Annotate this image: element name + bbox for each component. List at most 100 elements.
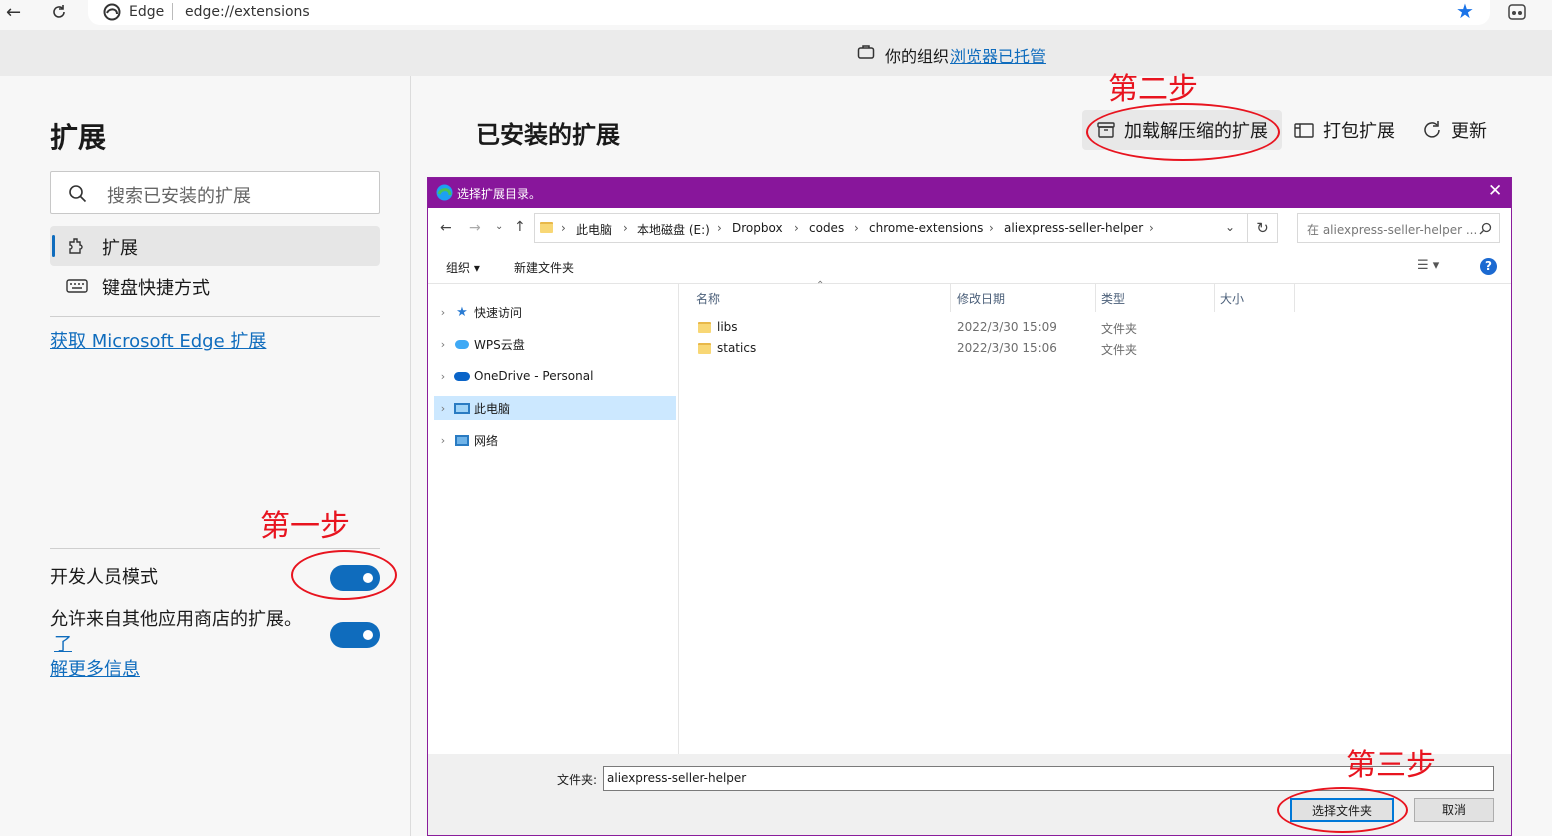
file-row[interactable]: statics 2022/3/30 15:06 文件夹	[679, 338, 1511, 359]
update-label: 更新	[1451, 121, 1487, 142]
column-header-date[interactable]: 修改日期	[957, 290, 1005, 307]
url-text: edge://extensions	[185, 4, 310, 20]
sidebar: 扩展 搜索已安装的扩展 扩展 键盘快捷方式 获取 Microsoft Edge …	[0, 76, 411, 836]
tree-item-label: 快速访问	[474, 305, 523, 320]
step3-circle	[1277, 787, 1408, 833]
back-icon[interactable]: ←	[6, 2, 21, 23]
column-divider[interactable]	[1095, 284, 1096, 312]
sidebar-item-extensions[interactable]: 扩展	[50, 226, 380, 266]
column-header-size[interactable]: 大小	[1220, 290, 1244, 307]
tree-item-onedrive[interactable]: › OneDrive - Personal	[434, 364, 676, 388]
step2-annotation: 第二步	[1108, 72, 1198, 107]
column-divider[interactable]	[1214, 284, 1215, 312]
refresh-icon[interactable]: ↻	[1248, 213, 1278, 243]
managed-link[interactable]: 浏览器已托管	[950, 43, 1046, 67]
close-icon[interactable]: ✕	[1488, 181, 1502, 201]
cancel-button[interactable]: 取消	[1414, 798, 1494, 822]
tree-item-quick-access[interactable]: › ★ 快速访问	[434, 300, 676, 324]
other-stores-toggle[interactable]	[330, 622, 380, 648]
managed-banner: 你的组织 浏览器已托管	[0, 30, 1552, 76]
dev-mode-label: 开发人员模式	[50, 567, 158, 588]
cloud-icon	[452, 337, 472, 351]
breadcrumb-item[interactable]: chrome-extensions	[869, 221, 983, 235]
tree-item-label: 网络	[474, 433, 499, 448]
managed-text: 你的组织	[885, 47, 950, 66]
breadcrumb-item[interactable]: 本地磁盘 (E:)	[637, 221, 710, 238]
expand-chevron-icon[interactable]: ›	[434, 370, 452, 383]
breadcrumb-sep: ›	[623, 221, 628, 235]
package-icon	[1294, 123, 1314, 138]
dialog-search-input[interactable]: 在 aliexpress-seller-helper ...	[1297, 213, 1500, 243]
sidebar-item-label: 扩展	[102, 238, 138, 259]
path-dropdown-icon[interactable]: ⌄	[1225, 220, 1235, 234]
divider	[50, 548, 380, 549]
learn-more-link-part2[interactable]: 解更多信息	[50, 659, 140, 680]
step3-annotation: 第三步	[1346, 748, 1436, 783]
profile-icon[interactable]	[1508, 4, 1526, 20]
tree-item-network[interactable]: › 网络	[434, 428, 676, 452]
other-stores-label: 允许来自其他应用商店的扩展。	[50, 609, 302, 630]
dialog-title: 选择扩展目录。	[457, 187, 542, 201]
breadcrumb-item[interactable]: Dropbox	[732, 221, 783, 235]
sidebar-item-shortcuts[interactable]: 键盘快捷方式	[50, 266, 380, 306]
update-button[interactable]: 更新	[1421, 110, 1487, 150]
step2-circle	[1086, 103, 1280, 161]
edge-logo-icon	[436, 184, 453, 201]
file-date: 2022/3/30 15:06	[957, 341, 1057, 355]
other-stores-text: 允许来自其他应用商店的扩展。了 解更多信息	[50, 607, 320, 682]
forward-icon[interactable]: →	[469, 220, 481, 236]
help-icon[interactable]: ?	[1480, 258, 1497, 275]
back-icon[interactable]: ←	[440, 220, 452, 236]
tree-item-label: 此电脑	[474, 401, 511, 416]
breadcrumb-sep: ›	[1149, 221, 1154, 235]
step1-annotation: 第一步	[260, 509, 350, 544]
search-icon	[69, 185, 87, 203]
view-options-icon[interactable]: ☰ ▾	[1417, 258, 1439, 273]
file-type: 文件夹	[1101, 322, 1138, 336]
sidebar-item-label: 键盘快捷方式	[102, 278, 210, 299]
expand-chevron-icon[interactable]: ›	[434, 402, 452, 415]
favorite-star-icon[interactable]: ★	[1456, 0, 1474, 23]
dialog-address-row: ← → ⌄ ↑ › 此电脑 › 本地磁盘 (E:) › Dropbox › co…	[428, 208, 1511, 250]
store-link[interactable]: 获取 Microsoft Edge 扩展	[50, 327, 266, 353]
file-list: ⌃ 名称 修改日期 类型 大小 libs 2022/3/30 15:09 文件夹…	[679, 280, 1511, 754]
expand-chevron-icon[interactable]: ›	[434, 434, 452, 447]
navigation-tree: › ★ 快速访问 › WPS云盘 › OneDrive - Personal ›…	[428, 284, 678, 754]
dialog-titlebar: 选择扩展目录。 ✕	[428, 178, 1511, 208]
organize-menu[interactable]: 组织 ▾	[446, 259, 480, 276]
column-header-name[interactable]: 名称	[696, 290, 720, 307]
edge-logo-icon	[103, 3, 121, 21]
step1-circle	[291, 550, 397, 600]
selected-indicator	[52, 235, 55, 257]
column-divider[interactable]	[950, 284, 951, 312]
breadcrumb-item[interactable]: codes	[809, 221, 844, 235]
tree-item-wps-cloud[interactable]: › WPS云盘	[434, 332, 676, 356]
breadcrumb-item[interactable]: aliexpress-seller-helper	[1004, 221, 1143, 235]
folder-picker-dialog: 选择扩展目录。 ✕ ← → ⌄ ↑ › 此电脑 › 本地磁盘 (E:) › Dr…	[427, 177, 1512, 836]
tree-item-label: OneDrive - Personal	[474, 369, 594, 383]
recent-dropdown-icon[interactable]: ⌄	[495, 221, 503, 232]
refresh-icon[interactable]	[50, 3, 68, 21]
learn-more-link-part1[interactable]: 了	[54, 634, 72, 655]
expand-chevron-icon[interactable]: ›	[434, 306, 452, 319]
file-date: 2022/3/30 15:09	[957, 320, 1057, 334]
column-header-type[interactable]: 类型	[1101, 290, 1125, 307]
address-bar[interactable]: Edge edge://extensions ★	[88, 0, 1490, 25]
pack-extension-button[interactable]: 打包扩展	[1293, 110, 1395, 150]
file-row[interactable]: libs 2022/3/30 15:09 文件夹	[679, 317, 1511, 338]
folder-icon	[540, 222, 553, 233]
path-bar[interactable]: › 此电脑 › 本地磁盘 (E:) › Dropbox › codes › ch…	[534, 213, 1248, 243]
up-icon[interactable]: ↑	[514, 219, 526, 235]
new-folder-button[interactable]: 新建文件夹	[514, 259, 574, 276]
tree-item-this-pc[interactable]: › 此电脑	[434, 396, 676, 420]
briefcase-icon	[857, 45, 875, 59]
browser-toolbar: ← Edge edge://extensions ★	[0, 0, 1552, 30]
breadcrumb-item[interactable]: 此电脑	[576, 221, 612, 238]
computer-icon	[452, 401, 472, 415]
folder-field-label: 文件夹:	[557, 773, 598, 787]
search-input[interactable]: 搜索已安装的扩展	[50, 171, 380, 214]
keyboard-icon	[66, 279, 88, 293]
expand-chevron-icon[interactable]: ›	[434, 338, 452, 351]
column-divider[interactable]	[1294, 284, 1295, 312]
address-divider	[172, 3, 173, 20]
